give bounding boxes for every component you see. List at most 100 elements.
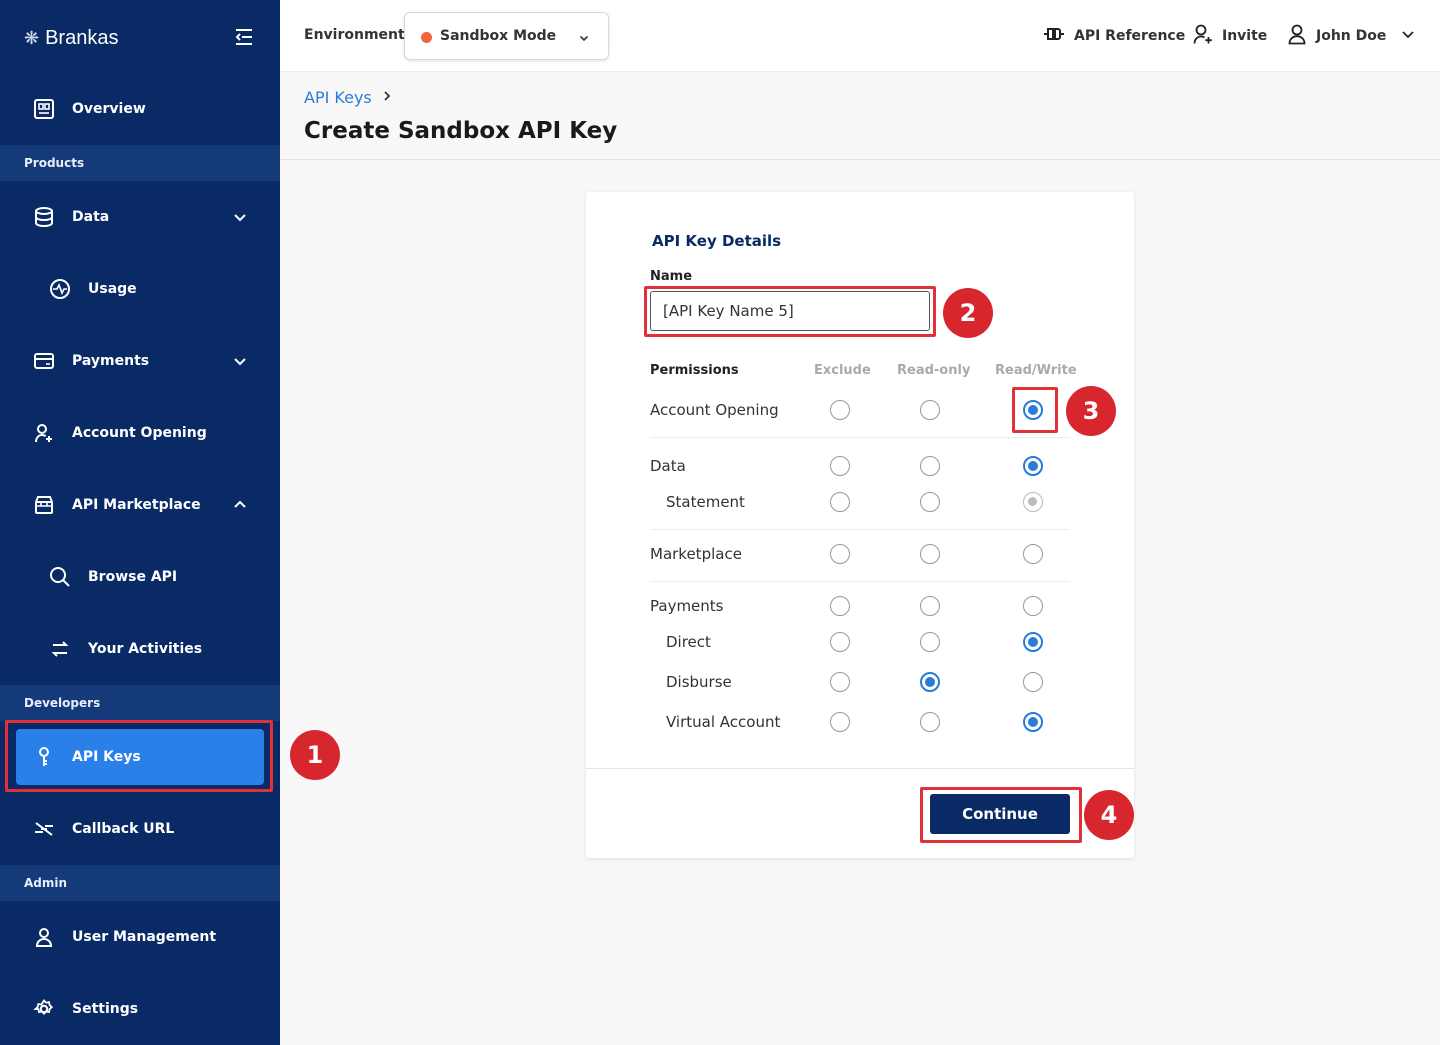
radio-data-read-only[interactable] <box>920 456 940 476</box>
database-icon <box>32 205 56 229</box>
permission-row-label: Account Opening <box>650 401 779 419</box>
sidebar-item-callback-url[interactable]: Callback URL <box>0 803 280 855</box>
column-read-only: Read-only <box>897 363 971 378</box>
radio-statement-exclude[interactable] <box>830 492 850 512</box>
radio-data-read-write[interactable] <box>1023 456 1043 476</box>
radio-disburse-read-write[interactable] <box>1023 672 1043 692</box>
collapse-menu-icon[interactable] <box>232 26 256 48</box>
permission-row-label: Virtual Account <box>666 713 781 731</box>
permissions-header: Permissions <box>650 363 739 378</box>
user-icon <box>32 925 56 949</box>
sidebar-item-settings[interactable]: Settings <box>0 983 280 1035</box>
sidebar-item-usage[interactable]: Usage <box>0 263 280 315</box>
radio-direct-read-write[interactable] <box>1023 632 1043 652</box>
brand-name: Brankas <box>45 26 119 49</box>
radio-virtual-account-read-write[interactable] <box>1023 712 1043 732</box>
step-marker-1: 1 <box>290 730 340 780</box>
radio-direct-read-only[interactable] <box>920 632 940 652</box>
chevron-down-icon[interactable] <box>230 207 250 227</box>
sidebar-item-label: Account Opening <box>72 425 207 441</box>
user-name: John Doe <box>1316 28 1387 44</box>
column-exclude: Exclude <box>814 363 871 378</box>
environment-select[interactable]: Sandbox Mode <box>404 12 609 60</box>
permission-row-label: Disburse <box>666 673 732 691</box>
section-admin: Admin <box>0 865 280 901</box>
name-label: Name <box>650 269 693 284</box>
radio-disburse-exclude[interactable] <box>830 672 850 692</box>
activity-icon <box>48 277 72 301</box>
permission-row-label: Payments <box>650 597 724 615</box>
invite-label: Invite <box>1222 28 1268 44</box>
page-title: Create Sandbox API Key <box>304 118 618 144</box>
api-reference-link[interactable]: API Reference <box>1042 24 1185 48</box>
api-reference-label: API Reference <box>1074 28 1186 44</box>
permission-row-label: Statement <box>666 493 745 511</box>
radio-marketplace-exclude[interactable] <box>830 544 850 564</box>
sidebar-item-label: Settings <box>72 1001 139 1017</box>
plug-icon <box>1042 26 1066 46</box>
environment-label: Environment: <box>304 27 411 43</box>
brand-logo[interactable]: ❋ Brankas <box>24 24 118 52</box>
sidebar-item-label: API Marketplace <box>72 497 201 513</box>
column-read-write: Read/Write <box>995 363 1077 378</box>
section-products: Products <box>0 145 280 181</box>
step-marker-2: 2 <box>943 288 993 338</box>
sidebar-item-data[interactable]: Data <box>0 191 280 243</box>
radio-account-opening-read-only[interactable] <box>920 400 940 420</box>
sandbox-status-dot <box>421 32 432 43</box>
sidebar-item-overview[interactable]: Overview <box>0 83 280 135</box>
radio-payments-exclude[interactable] <box>830 596 850 616</box>
sidebar-item-browse-api[interactable]: Browse API <box>0 551 280 603</box>
radio-direct-exclude[interactable] <box>830 632 850 652</box>
sidebar-item-user-management[interactable]: User Management <box>0 911 280 963</box>
sidebar-item-api-marketplace[interactable]: API Marketplace <box>0 479 280 531</box>
radio-virtual-account-exclude[interactable] <box>830 712 850 732</box>
card-footer-divider <box>586 768 1134 769</box>
sidebar-item-label: Payments <box>72 353 150 369</box>
highlight-name-input <box>644 286 936 337</box>
chevron-up-icon[interactable] <box>230 495 250 515</box>
user-plus-icon <box>32 421 56 445</box>
user-menu[interactable]: John Doe <box>1286 24 1416 48</box>
radio-marketplace-read-only[interactable] <box>920 544 940 564</box>
radio-virtual-account-read-only[interactable] <box>920 712 940 732</box>
row-divider <box>650 581 1070 582</box>
top-bar: Environment: Sandbox Mode API Reference … <box>280 0 1440 72</box>
sidebar-item-your-activities[interactable]: Your Activities <box>0 623 280 675</box>
step-marker-4: 4 <box>1084 790 1134 840</box>
wallet-icon <box>32 349 56 373</box>
sidebar-item-label: Data <box>72 209 110 225</box>
step-marker-3: 3 <box>1066 386 1116 436</box>
sidebar: ❋ Brankas Overview Products Data Usage P… <box>0 0 280 1045</box>
permission-row-label: Marketplace <box>650 545 742 563</box>
radio-payments-read-write[interactable] <box>1023 596 1043 616</box>
sidebar-item-payments[interactable]: Payments <box>0 335 280 387</box>
gear-icon <box>32 997 56 1021</box>
section-developers: Developers <box>0 685 280 721</box>
radio-statement-read-write <box>1023 492 1043 512</box>
radio-data-exclude[interactable] <box>830 456 850 476</box>
radio-disburse-read-only[interactable] <box>920 672 940 692</box>
radio-account-opening-exclude[interactable] <box>830 400 850 420</box>
search-icon <box>48 565 72 589</box>
chevron-right-icon <box>380 88 394 107</box>
swap-arrows-icon <box>48 637 72 661</box>
chevron-down-icon[interactable] <box>230 351 250 371</box>
radio-payments-read-only[interactable] <box>920 596 940 616</box>
user-icon <box>1286 23 1308 49</box>
sidebar-item-label: Your Activities <box>88 641 203 657</box>
breadcrumb-api-keys[interactable]: API Keys <box>304 88 372 107</box>
invite-link[interactable]: Invite <box>1192 24 1267 48</box>
permission-row-label: Data <box>650 457 686 475</box>
chevron-down-icon <box>577 30 591 44</box>
callback-arrows-icon <box>32 817 56 841</box>
radio-statement-read-only[interactable] <box>920 492 940 512</box>
sidebar-item-account-opening[interactable]: Account Opening <box>0 407 280 459</box>
highlight-api-keys <box>5 720 273 792</box>
sidebar-item-label: Usage <box>88 281 137 297</box>
user-plus-icon <box>1192 23 1214 49</box>
radio-marketplace-read-write[interactable] <box>1023 544 1043 564</box>
highlight-read-write-radio <box>1012 387 1058 433</box>
breadcrumb: API Keys <box>304 88 394 107</box>
dashboard-icon <box>32 97 56 121</box>
